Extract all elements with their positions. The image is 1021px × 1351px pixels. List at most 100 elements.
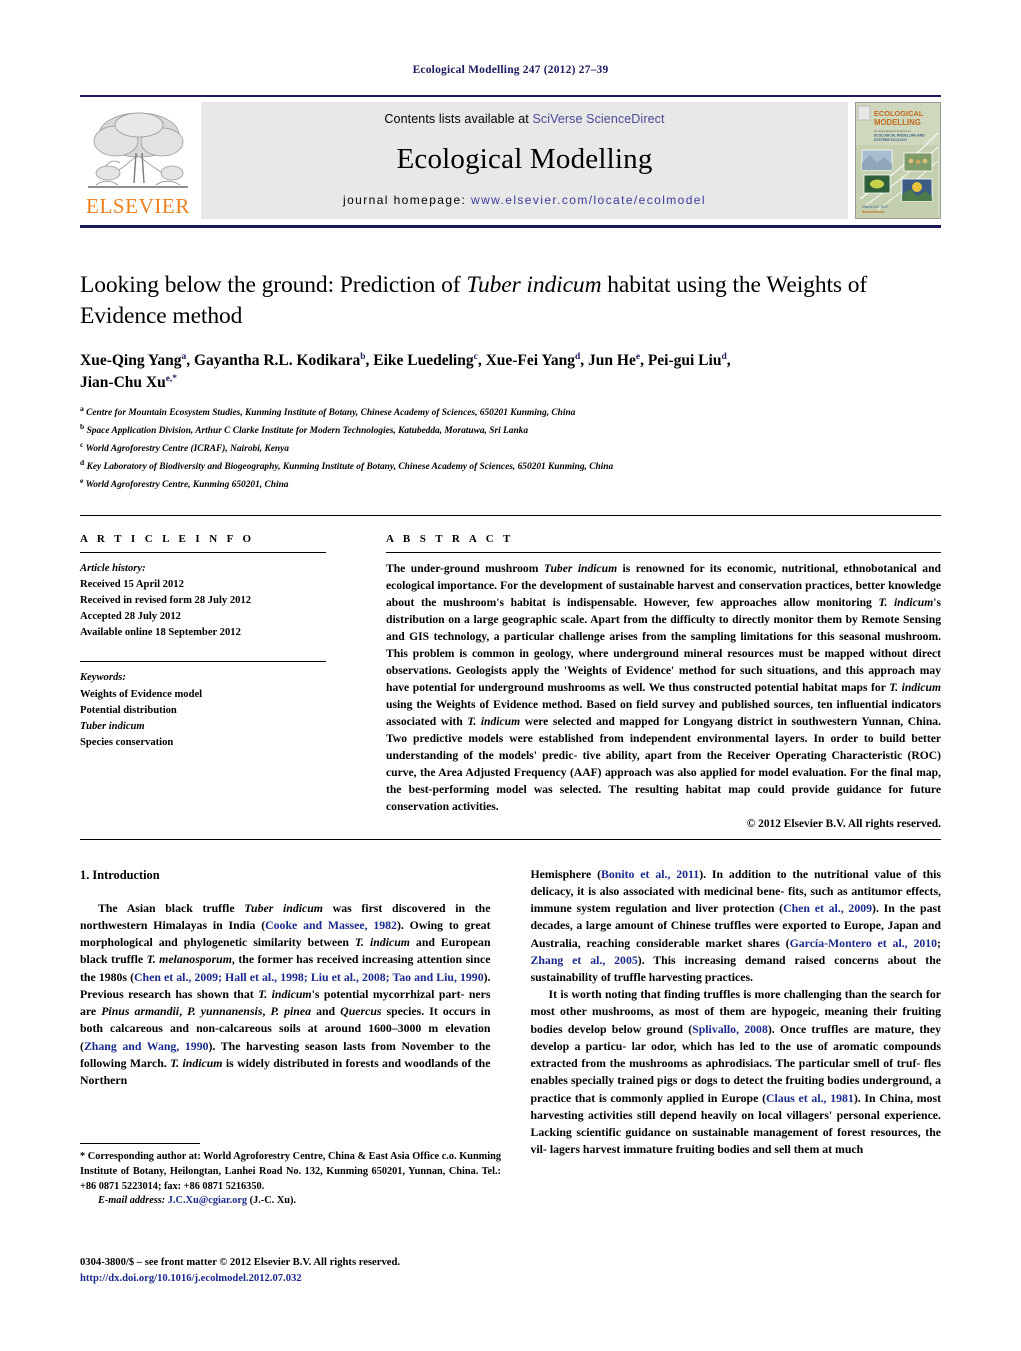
email-link[interactable]: J.C.Xu@cgiar.org: [168, 1195, 247, 1206]
svg-text:ECOLOGICAL: ECOLOGICAL: [874, 109, 924, 118]
svg-text:An International Journal on: An International Journal on: [874, 129, 911, 133]
affiliation-mark: a: [80, 404, 84, 414]
author-entry: Pei-gui Liud,: [648, 352, 731, 369]
keywords-rule: [80, 661, 326, 663]
author-name: Gayantha R.L. Kodikara: [193, 352, 361, 370]
article-history-block: Article history: Received 15 April 2012 …: [80, 561, 326, 641]
article-info-column: A R T I C L E I N F O Article history: R…: [80, 533, 354, 830]
info-abstract-row: A R T I C L E I N F O Article history: R…: [80, 533, 941, 830]
title-species-name: Tuber indicum: [466, 272, 602, 298]
author-entry: Xue-Qing Yanga,: [80, 352, 194, 369]
affiliation-list: a Centre for Mountain Ecosystem Studies,…: [80, 403, 941, 493]
contents-available-line: Contents lists available at SciVerse Sci…: [384, 112, 664, 126]
citation-link[interactable]: Zhang et al., 2005: [531, 953, 638, 967]
paper-page: Ecological Modelling 247 (2012) 27–39 EL…: [0, 0, 1021, 1351]
author-list: Xue-Qing Yanga, Gayantha R.L. Kodikarab,…: [80, 350, 941, 394]
email-label: E-mail address:: [98, 1195, 166, 1207]
citation-link[interactable]: Chen et al., 2009; Hall et al., 1998; Li…: [134, 970, 484, 984]
affiliation-mark: c: [80, 440, 84, 449]
affiliation-mark: b: [80, 422, 85, 432]
author-name: Xue-Qing Yang: [80, 352, 182, 370]
keywords-label: Keywords:: [80, 672, 126, 684]
author-separator: ,: [186, 352, 194, 370]
journal-homepage-line: journal homepage: www.elsevier.com/locat…: [343, 193, 706, 207]
running-head: Ecological Modelling 247 (2012) 27–39: [412, 64, 609, 76]
article-info-heading: A R T I C L E I N F O: [80, 532, 255, 545]
email-line: E-mail address: J.C.Xu@cgiar.org (J.-C. …: [80, 1194, 501, 1209]
contents-band: Contents lists available at SciVerse Sci…: [201, 102, 848, 219]
keywords-block: Keywords: Weights of Evidence model Pote…: [80, 670, 326, 750]
homepage-label: journal homepage:: [343, 193, 471, 207]
intro-paragraph-2: It is worth noting that finding truffles…: [530, 987, 942, 1157]
author-entry: Eike Luedelingc,: [373, 352, 485, 369]
citation-link[interactable]: Bonito et al., 2011: [601, 867, 699, 881]
affiliation-text: World Agroforestry Centre (ICRAF), Nairo…: [85, 444, 289, 455]
article-history-label: Article history:: [80, 562, 146, 574]
keyword-item: Tuber indicum: [80, 720, 145, 732]
cover-art-icon: ECOLOGICAL MODELLING An International Jo…: [856, 103, 939, 218]
title-part-1: Looking below the ground: Prediction of: [80, 272, 467, 298]
contents-prefix: Contents lists available at: [384, 112, 533, 126]
journal-title: Ecological Modelling: [396, 143, 653, 175]
author-name: Eike Luedeling: [373, 352, 474, 370]
history-item: Received 15 April 2012: [80, 579, 184, 591]
homepage-url-link[interactable]: www.elsevier.com/locate/ecolmodel: [471, 193, 706, 207]
author-affiliation-mark[interactable]: e,*: [166, 374, 177, 384]
svg-text:ScienceDirect: ScienceDirect: [862, 210, 885, 214]
body-column-left: 1. Introduction The Asian black truffle …: [80, 866, 511, 1159]
sciencedirect-link[interactable]: SciVerse ScienceDirect: [532, 112, 664, 126]
author-separator: ,: [726, 352, 731, 370]
author-entry: Xue-Fei Yangd,: [486, 352, 588, 369]
elsevier-tree-icon: [88, 112, 188, 188]
corresponding-author-note: * Corresponding author at: World Agrofor…: [80, 1150, 501, 1209]
affiliation-text: Centre for Mountain Ecosystem Studies, K…: [86, 408, 576, 419]
author-entry: Jun Hee,: [588, 352, 648, 369]
svg-text:Volume 247, 2012: Volume 247, 2012: [862, 205, 888, 209]
affiliation-item: d Key Laboratory of Biodiversity and Bio…: [80, 457, 941, 475]
frontmatter-block: 0304-3800/$ – see front matter © 2012 El…: [80, 1255, 550, 1287]
article-info-rule: [80, 551, 326, 553]
history-item: Available online 18 September 2012: [80, 627, 241, 639]
citation-link[interactable]: Claus et al., 1981: [766, 1091, 854, 1105]
masthead-bottom-rule: [80, 225, 941, 228]
citation-link[interactable]: Zhang and Wang, 1990: [84, 1039, 209, 1053]
author-separator: ,: [580, 352, 589, 370]
journal-cover-thumbnail: ECOLOGICAL MODELLING An International Jo…: [855, 102, 941, 219]
author-name: Jun He: [588, 352, 636, 370]
author-entry: Jian-Chu Xue,*: [80, 374, 177, 391]
intro-paragraph-1-continued: Hemisphere (Bonito et al., 2011). In add…: [530, 866, 942, 985]
abstract-heading: A B S T R A C T: [386, 532, 514, 545]
elsevier-wordmark: ELSEVIER: [86, 194, 190, 218]
affiliation-item: b Space Application Division, Arthur C C…: [80, 421, 941, 439]
keyword-item: Species conservation: [80, 736, 174, 748]
keyword-item: Weights of Evidence model: [80, 688, 203, 700]
svg-text:MODELLING: MODELLING: [874, 118, 921, 127]
footnote-block: * Corresponding author at: World Agrofor…: [80, 1143, 501, 1209]
issn-copyright-line: 0304-3800/$ – see front matter © 2012 El…: [80, 1257, 400, 1268]
affiliation-mark: e: [80, 475, 84, 485]
abstract-column: A B S T R A C T The under-ground mushroo…: [354, 533, 941, 830]
article-body: 1. Introduction The Asian black truffle …: [80, 866, 941, 1159]
doi-link[interactable]: http://dx.doi.org/10.1016/j.ecolmodel.20…: [80, 1271, 550, 1287]
body-column-right: Hemisphere (Bonito et al., 2011). In add…: [511, 866, 942, 1159]
citation-link[interactable]: García-Montero et al., 2010: [790, 936, 937, 950]
author-name: Jian-Chu Xu: [80, 374, 166, 392]
journal-masthead: ELSEVIER Contents lists available at Sci…: [80, 95, 941, 219]
affiliation-text: Key Laboratory of Biodiversity and Bioge…: [86, 462, 614, 473]
author-separator: ,: [477, 352, 486, 370]
email-attribution: (J.-C. Xu).: [249, 1195, 296, 1207]
svg-text:SYSTEMS ECOLOGY: SYSTEMS ECOLOGY: [874, 138, 908, 142]
author-name: Pei-gui Liu: [647, 352, 722, 370]
affiliation-item: e World Agroforestry Centre, Kunming 650…: [80, 475, 941, 493]
page-title: Looking below the ground: Prediction of …: [80, 270, 941, 332]
history-item: Accepted 28 July 2012: [80, 611, 181, 623]
citation-link[interactable]: Cooke and Massee, 1982: [265, 918, 397, 932]
corresponding-author-text: * Corresponding author at: World Agrofor…: [80, 1151, 501, 1192]
citation-link[interactable]: Splivallo, 2008: [692, 1022, 768, 1036]
history-item: Received in revised form 28 July 2012: [80, 595, 252, 607]
section-heading-introduction: 1. Introduction: [80, 867, 160, 882]
citation-link[interactable]: Chen et al., 2009: [783, 901, 872, 915]
affiliation-item: a Centre for Mountain Ecosystem Studies,…: [80, 403, 941, 421]
svg-text:ECOLOGICAL MODELLING AND: ECOLOGICAL MODELLING AND: [874, 134, 925, 138]
